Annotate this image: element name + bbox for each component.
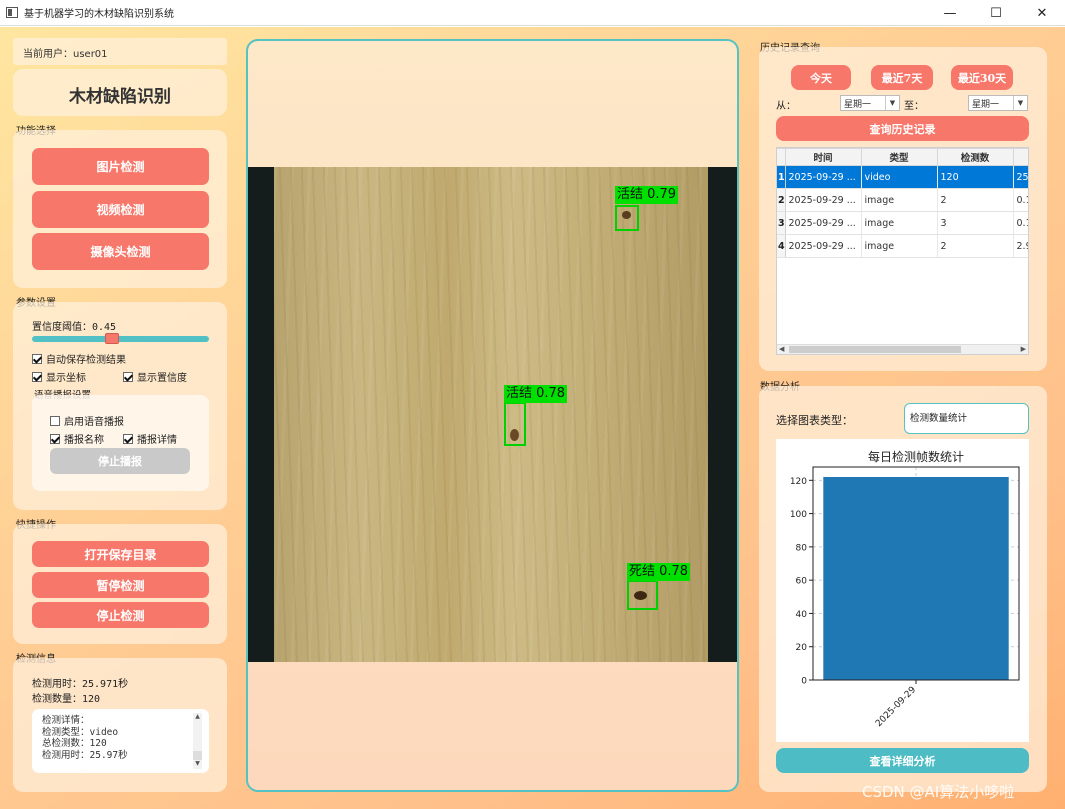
scroll-up-icon[interactable]: ▲ [193,713,202,722]
slider-handle[interactable] [104,333,119,344]
detection-box[interactable] [627,580,658,610]
detail-line: 检测用时：25.97秒 [42,749,128,761]
detail-textbox[interactable]: 检测详情： 检测类型：video 总检测数：120 检测用时：25.97秒 ▲ … [32,709,209,773]
table-header: 时间 类型 检测数 [777,148,1028,166]
detail-line: 总检测数：120 [42,738,107,749]
detail-scrollbar[interactable]: ▲ ▼ [193,713,202,769]
stop-detect-button[interactable]: 停止检测 [32,602,209,628]
show-coords-checkbox[interactable]: 显示坐标 [32,369,86,384]
view-analysis-button[interactable]: 查看详细分析 [776,748,1029,773]
detection-label: 活结 0.78 [504,385,568,403]
today-button[interactable]: 今天 [791,65,851,90]
scroll-thumb[interactable] [789,346,961,353]
close-button[interactable]: ✕ [1019,0,1065,26]
y-tick-label: 20 [796,643,808,653]
chart-type-label: 选择图表类型： [776,414,853,427]
column-header-type[interactable]: 类型 [860,148,938,166]
history-grid: 时间 类型 检测数 1 2025-09-29 ... video 120 25.… [777,148,1028,258]
column-header-extra[interactable] [1012,148,1028,166]
y-tick-label: 80 [796,543,808,553]
announce-detail-checkbox[interactable]: 播报详情 [123,431,177,446]
last-7-days-button[interactable]: 最近7天 [871,65,933,90]
scroll-thumb[interactable] [193,751,202,760]
from-label: 从： [776,101,796,112]
from-date-select[interactable]: 星期一 ▼ [840,95,900,111]
window-title: 基于机器学习的木材缺陷识别系统 [24,9,174,20]
detection-image: 活结 0.79 活结 0.78 死结 0.78 [248,167,737,662]
title-box: 木材缺陷识别 [13,69,227,116]
image-detect-button[interactable]: 图片检测 [32,148,209,185]
confidence-slider[interactable] [32,333,209,344]
chevron-down-icon: ▼ [885,96,899,110]
y-tick-label: 0 [801,677,807,687]
query-history-button[interactable]: 查询历史记录 [776,116,1029,141]
confidence-label: 置信度阈值：0.45 [32,322,117,333]
chart-title: 每日检测帧数统计 [868,449,964,464]
scroll-left-icon[interactable]: ◀ [779,345,784,353]
last-30-days-button[interactable]: 最近30天 [951,65,1013,90]
video-detect-button[interactable]: 视频检测 [32,191,209,228]
history-table: 时间 类型 检测数 1 2025-09-29 ... video 120 25.… [776,147,1029,355]
y-tick-label: 40 [796,610,808,620]
to-date-select[interactable]: 星期一 ▼ [968,95,1028,111]
table-row[interactable]: 4 2025-09-29 ... image 2 2.9 [777,234,1028,258]
title-bar: 基于机器学习的木材缺陷识别系统 — ☐ ✕ [0,0,1065,26]
y-tick-label: 120 [790,477,807,487]
current-user: 当前用户：user01 [23,49,108,60]
auto-save-checkbox[interactable]: 自动保存检测结果 [32,351,126,366]
detection-box[interactable] [504,402,526,446]
bar[interactable] [823,476,1009,680]
y-tick-label: 60 [796,577,808,587]
detect-count: 检测数量：120 [32,694,101,705]
time-used: 检测用时：25.971秒 [32,679,129,690]
stop-announce-button[interactable]: 停止播报 [50,448,190,474]
y-tick-label: 100 [790,510,807,520]
detail-line: 检测详情： [42,715,90,726]
maximize-button[interactable]: ☐ [973,0,1019,26]
bar-chart: 0 20 40 60 80 100 120 2025-09-29 每日检测帧数统计 [790,449,1020,729]
show-conf-checkbox[interactable]: 显示置信度 [123,369,187,384]
camera-detect-button[interactable]: 摄像头检测 [32,233,209,270]
column-header-time[interactable]: 时间 [784,148,862,166]
corner-cell [777,148,786,166]
column-header-count[interactable]: 检测数 [936,148,1014,166]
app-title: 木材缺陷识别 [69,87,171,107]
open-save-dir-button[interactable]: 打开保存目录 [32,541,209,567]
detection-label: 死结 0.78 [627,563,691,581]
to-label: 至： [904,101,924,112]
minimize-button[interactable]: — [927,0,973,26]
current-user-box: 当前用户：user01 [13,38,227,65]
watermark: CSDN @AI算法小哆啦 [862,783,1015,801]
scroll-down-icon[interactable]: ▼ [193,760,202,769]
scroll-right-icon[interactable]: ▶ [1021,345,1026,353]
horizontal-scrollbar[interactable]: ◀ ▶ [777,344,1028,354]
table-row[interactable]: 1 2025-09-29 ... video 120 25. [777,165,1028,189]
x-tick-label: 2025-09-29 [874,685,918,729]
announce-name-checkbox[interactable]: 播报名称 [50,431,104,446]
app-icon [6,7,18,18]
detection-box[interactable] [615,205,639,231]
enable-voice-checkbox[interactable]: 启用语音播报 [50,413,124,428]
table-row[interactable]: 3 2025-09-29 ... image 3 0.1 [777,211,1028,235]
main-area: 当前用户：user01 木材缺陷识别 功能选择 图片检测 视频检测 摄像头检测 … [0,27,1065,809]
detection-label: 活结 0.79 [615,186,679,204]
chart-type-select[interactable]: 检测数量统计 [904,403,1029,434]
pause-detect-button[interactable]: 暂停检测 [32,572,209,598]
chevron-down-icon: ▼ [1013,96,1027,110]
table-row[interactable]: 2 2025-09-29 ... image 2 0.1 [777,188,1028,212]
detail-line: 检测类型：video [42,726,119,738]
chart-area: 0 20 40 60 80 100 120 2025-09-29 每日检测帧数统计 [776,439,1029,742]
